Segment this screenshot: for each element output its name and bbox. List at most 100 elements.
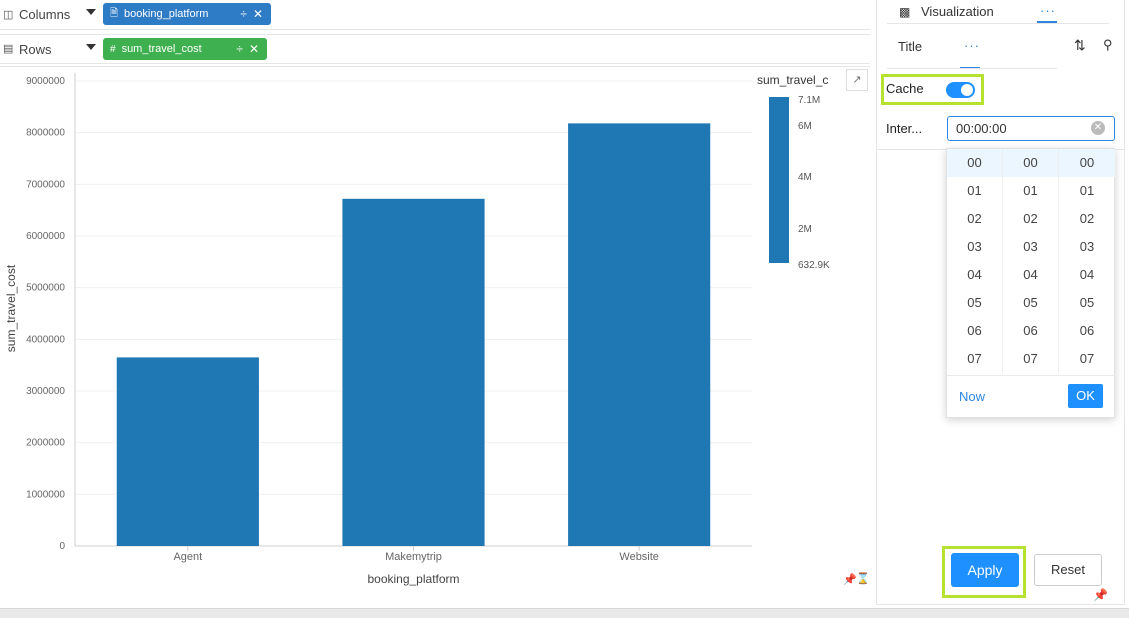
rows-shelf: ▤ Rows # sum_travel_cost ÷ ✕ <box>0 34 870 64</box>
y-tick-label: 9000000 <box>26 76 65 87</box>
ok-button[interactable]: OK <box>1068 384 1103 408</box>
rows-label-text: Rows <box>19 41 52 57</box>
divide-icon[interactable]: ÷ <box>240 7 247 21</box>
hours-column: 00 01 02 03 04 05 06 07 <box>947 149 1003 373</box>
cache-toggle[interactable] <box>946 82 975 98</box>
seconds-column: 00 01 02 03 04 05 06 07 <box>1059 149 1115 373</box>
minute-option[interactable]: 06 <box>1003 317 1058 345</box>
bar <box>116 357 259 546</box>
x-axis-title: booking_platform <box>367 572 459 586</box>
close-icon[interactable]: ✕ <box>249 42 259 56</box>
x-tick-label: Makemytrip <box>385 551 442 563</box>
second-option[interactable]: 02 <box>1059 205 1115 233</box>
document-icon: 🗎 <box>110 7 119 19</box>
search-icon[interactable]: ⚲ <box>1103 37 1113 53</box>
y-tick-label: 2000000 <box>26 438 65 449</box>
divider <box>887 23 1109 24</box>
legend-tick-label: 7.1M <box>798 95 820 106</box>
columns-pill[interactable]: 🗎 booking_platform ÷ ✕ <box>103 3 271 25</box>
second-option[interactable]: 05 <box>1059 289 1115 317</box>
trend-line-icon[interactable]: ↗ <box>846 69 868 91</box>
legend-tick-label: 632.9K <box>798 260 830 271</box>
chart-icon: ▩ <box>899 5 911 19</box>
x-tick-label: Agent <box>173 551 202 563</box>
hour-option[interactable]: 02 <box>947 205 1002 233</box>
clear-icon[interactable]: ✕ <box>1091 121 1105 135</box>
legend-color-bar <box>769 97 789 263</box>
columns-dropdown-caret-icon[interactable] <box>86 9 96 15</box>
settings-panel: ▩ Visualization ··· Title ··· ⇅ ⚲ Cache … <box>876 0 1125 605</box>
y-tick-label: 3000000 <box>26 386 65 397</box>
y-tick-label: 4000000 <box>26 334 65 345</box>
hour-option[interactable]: 01 <box>947 177 1002 205</box>
minute-option[interactable]: 03 <box>1003 233 1058 261</box>
close-icon[interactable]: ✕ <box>253 7 263 21</box>
rows-pill[interactable]: # sum_travel_cost ÷ ✕ <box>103 38 267 60</box>
apply-button[interactable]: Apply <box>951 553 1019 587</box>
chart-area: 0 1000000 2000000 3000000 4000000 5000000 6000… <box>0 66 870 590</box>
y-tick-label: 6000000 <box>26 231 65 242</box>
minute-option[interactable]: 05 <box>1003 289 1058 317</box>
app-root: ◫ Columns 🗎 booking_platform ÷ ✕ ▤ Rows … <box>0 0 1129 618</box>
columns-pill-label: booking_platform <box>124 8 209 20</box>
divider <box>887 68 1057 69</box>
second-option[interactable]: 01 <box>1059 177 1115 205</box>
second-option[interactable]: 00 <box>1059 149 1115 177</box>
rows-pill-label: sum_travel_cost <box>121 43 202 55</box>
tab-more-title[interactable]: ··· <box>964 38 980 53</box>
minute-option[interactable]: 01 <box>1003 177 1058 205</box>
y-tick-label: 8000000 <box>26 128 65 139</box>
time-picker-dropdown: 00 01 02 03 04 05 06 07 00 01 02 03 04 0… <box>946 148 1116 419</box>
hourglass-icon: ⌛ <box>856 573 870 585</box>
rows-dropdown-caret-icon[interactable] <box>86 44 96 50</box>
bottom-scroll-strip[interactable] <box>0 608 1129 618</box>
tab-more-visualization[interactable]: ··· <box>1040 3 1056 18</box>
y-axis-title: sum_travel_cost <box>4 264 18 352</box>
tab-visualization[interactable]: Visualization <box>921 4 994 19</box>
second-option[interactable]: 04 <box>1059 261 1115 289</box>
hash-icon: # <box>110 43 116 55</box>
legend-tick-label: 2M <box>798 224 812 235</box>
second-option[interactable]: 07 <box>1059 345 1115 373</box>
columns-shelf: ◫ Columns 🗎 booking_platform ÷ ✕ <box>0 0 870 30</box>
columns-label-text: Columns <box>19 7 71 22</box>
hour-option[interactable]: 03 <box>947 233 1002 261</box>
hour-option[interactable]: 07 <box>947 345 1002 373</box>
y-tick-label: 5000000 <box>26 283 65 294</box>
y-tick-label: 1000000 <box>26 489 65 500</box>
minute-option[interactable]: 02 <box>1003 205 1058 233</box>
y-tick-label: 7000000 <box>26 179 65 190</box>
now-link[interactable]: Now <box>959 389 985 404</box>
cache-label: Cache <box>886 81 924 96</box>
divide-icon[interactable]: ÷ <box>236 42 243 56</box>
bar <box>342 198 485 547</box>
bar <box>568 123 711 546</box>
rows-shelf-label: ▤ Rows <box>0 42 100 57</box>
interval-input[interactable] <box>947 116 1115 141</box>
hour-option[interactable]: 00 <box>947 149 1002 177</box>
second-option[interactable]: 03 <box>1059 233 1115 261</box>
tab-title[interactable]: Title <box>898 39 922 54</box>
minutes-column: 00 01 02 03 04 05 06 07 <box>1003 149 1059 373</box>
hour-option[interactable]: 04 <box>947 261 1002 289</box>
legend-tick-label: 4M <box>798 172 812 183</box>
legend-tick-label: 6M <box>798 121 812 132</box>
hour-option[interactable]: 06 <box>947 317 1002 345</box>
reset-button[interactable]: Reset <box>1034 554 1102 586</box>
columns-shelf-label: ◫ Columns <box>0 7 100 22</box>
bar-chart: 0 1000000 2000000 3000000 4000000 5000000 6000… <box>4 73 830 586</box>
x-tick-label: Website <box>619 551 659 563</box>
interval-label: Inter... <box>886 121 923 136</box>
minute-option[interactable]: 07 <box>1003 345 1058 373</box>
sort-icon[interactable]: ⇅ <box>1074 37 1086 54</box>
legend-title: sum_travel_c <box>757 73 828 87</box>
time-picker-footer: Now OK <box>947 375 1116 419</box>
second-option[interactable]: 06 <box>1059 317 1115 345</box>
pin-icon[interactable]: 📌 <box>1093 588 1108 602</box>
hour-option[interactable]: 05 <box>947 289 1002 317</box>
columns-icon: ◫ <box>3 8 14 21</box>
pin-icon[interactable]: 📌 <box>843 573 857 586</box>
minute-option[interactable]: 00 <box>1003 149 1058 177</box>
minute-option[interactable]: 04 <box>1003 261 1058 289</box>
rows-icon: ▤ <box>3 43 14 55</box>
